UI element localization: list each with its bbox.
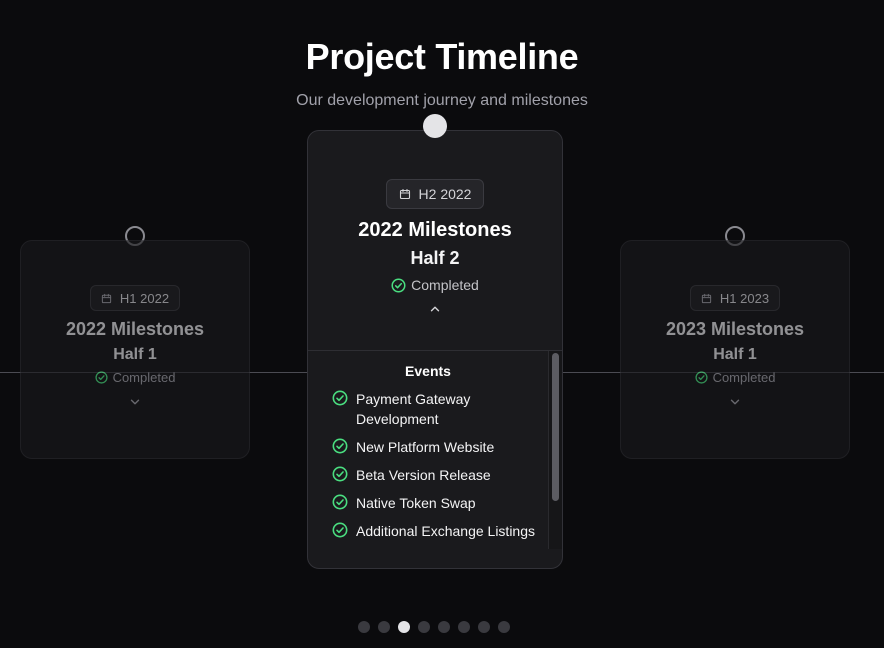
date-badge: H2 2022 [385, 179, 485, 209]
page-subtitle: Our development journey and milestones [296, 92, 588, 109]
check-circle-icon [332, 466, 348, 482]
events-list: Payment Gateway Development New Platform… [332, 389, 546, 549]
status-text: Completed [712, 370, 776, 385]
header: Project Timeline Our development journey… [0, 36, 884, 110]
card-title: 2023 Milestones [665, 319, 805, 339]
event-text: Additional Exchange Listings [356, 523, 536, 539]
pagination-dot[interactable] [378, 621, 390, 633]
status-badge: Completed [391, 277, 479, 293]
event-text: Payment Gateway Development [356, 391, 471, 427]
event-text: Beta Version Release [356, 467, 491, 483]
check-circle-icon [694, 371, 708, 384]
event-item: Additional Exchange Listings [332, 521, 546, 541]
card-title: 2022 Milestones [358, 219, 512, 241]
check-circle-icon [332, 390, 348, 406]
event-item: New Platform Website [332, 437, 546, 457]
events-scrollbar[interactable] [548, 351, 562, 549]
timeline-card-h2-2022[interactable]: H2 2022 2022 Milestones Half 2 Completed… [307, 130, 563, 569]
date-badge-label: H1 2023 [719, 290, 770, 306]
page-title: Project Timeline [305, 36, 579, 77]
status-badge: Completed [94, 370, 176, 385]
pagination [358, 621, 510, 633]
date-badge-label: H1 2022 [119, 290, 170, 306]
check-circle-icon [332, 438, 348, 454]
calendar-icon [101, 293, 112, 304]
events-title: Events [405, 363, 451, 379]
date-badge-label: H2 2022 [418, 186, 472, 202]
date-badge: H1 2022 [89, 285, 181, 311]
pagination-dot[interactable] [498, 621, 510, 633]
event-item: Native Token Swap [332, 493, 546, 513]
timeline-card-h1-2023[interactable]: H1 2023 2023 Milestones Half 1 Completed [620, 240, 850, 459]
chevron-down-icon[interactable] [128, 395, 142, 409]
event-item: Beta Version Release [332, 465, 546, 485]
pagination-dot[interactable] [358, 621, 370, 633]
event-text: Native Token Swap [356, 495, 476, 511]
status-text: Completed [411, 277, 479, 293]
scrollbar-thumb[interactable] [552, 353, 559, 501]
status-text: Completed [112, 370, 176, 385]
date-badge: H1 2023 [689, 285, 781, 311]
card-subtitle: Half 2 [410, 248, 460, 268]
event-text: New Platform Website [356, 439, 495, 455]
card-title: 2022 Milestones [65, 319, 205, 339]
pagination-dot[interactable] [478, 621, 490, 633]
chevron-up-icon[interactable] [428, 302, 442, 316]
calendar-icon [399, 188, 411, 200]
chevron-down-icon[interactable] [728, 395, 742, 409]
timeline-card-h1-2022[interactable]: H1 2022 2022 Milestones Half 1 Completed [20, 240, 250, 459]
events-panel[interactable]: Events Payment Gateway Development New P… [308, 350, 562, 568]
check-circle-icon [332, 522, 348, 538]
pagination-dot-active[interactable] [398, 621, 410, 633]
pagination-dot[interactable] [438, 621, 450, 633]
check-circle-icon [332, 494, 348, 510]
event-item: Payment Gateway Development [332, 389, 546, 429]
check-circle-icon [391, 278, 406, 293]
calendar-icon [701, 293, 712, 304]
status-badge: Completed [694, 370, 776, 385]
timeline-node-active[interactable] [423, 114, 447, 138]
pagination-dot[interactable] [418, 621, 430, 633]
pagination-dot[interactable] [458, 621, 470, 633]
card-subtitle: Half 1 [113, 346, 157, 363]
check-circle-icon [94, 371, 108, 384]
card-subtitle: Half 1 [713, 346, 757, 363]
